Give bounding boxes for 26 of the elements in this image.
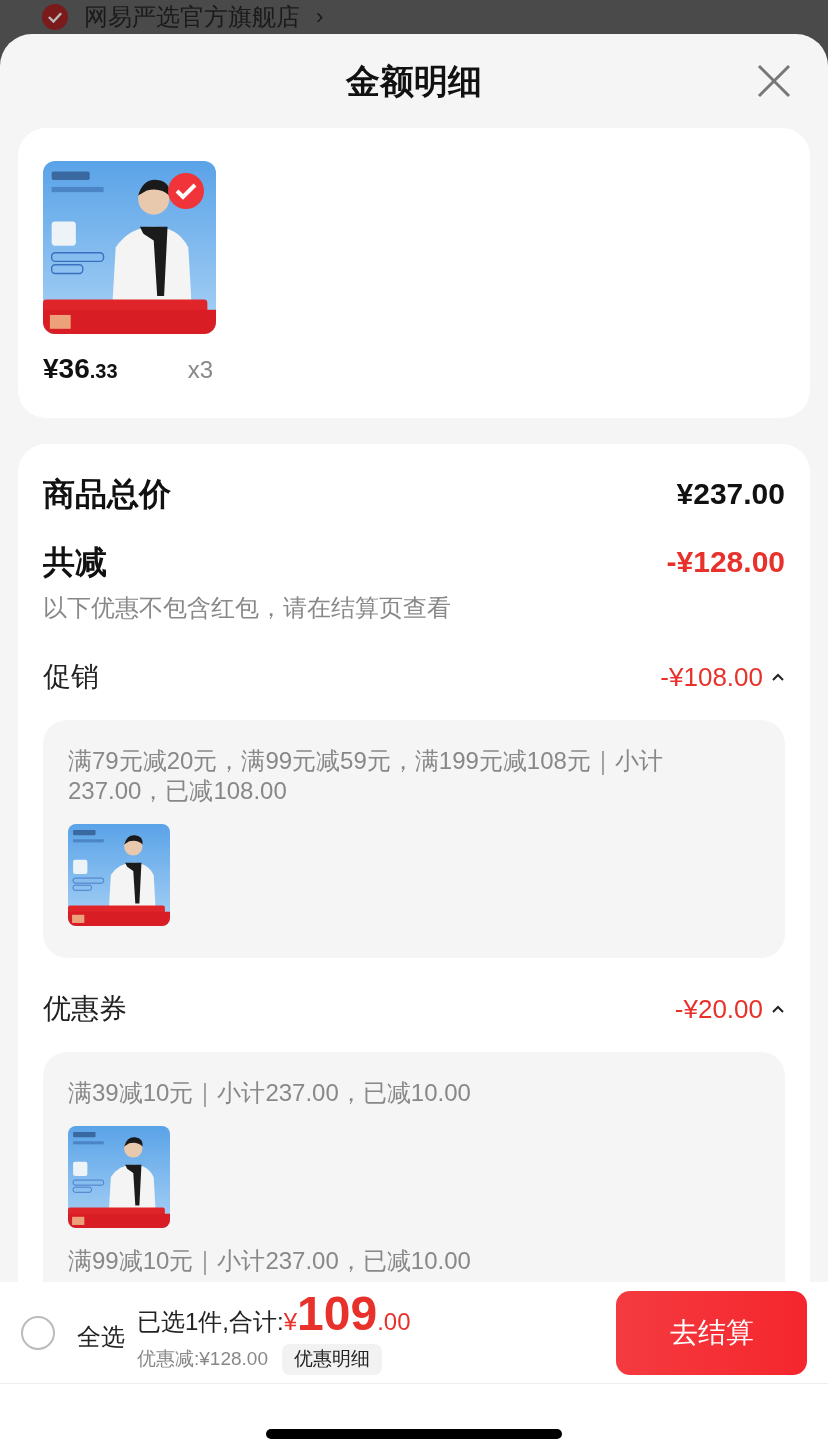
select-all-label: 全选 [77, 1321, 125, 1352]
section-toggle[interactable]: -¥108.00 [660, 657, 785, 697]
caret-up-icon [771, 672, 785, 682]
unit-price: ¥36.33 [43, 352, 118, 386]
select-all-radio[interactable] [21, 1315, 55, 1350]
discount-details-chip[interactable]: 优惠明细 [281, 1344, 382, 1375]
quantity: x3 [187, 355, 213, 385]
rule-text: 满39减10元｜小计237.00，已减10.00 [68, 1078, 472, 1108]
caret-up-icon [771, 1004, 785, 1014]
chevron: › [316, 3, 324, 31]
summary-label: 共减 [43, 546, 107, 578]
selected-summary: 已选1件,合计: [137, 1307, 284, 1338]
discount-summary: 优惠减:¥128.00 [137, 1347, 268, 1372]
check-icon [42, 4, 68, 30]
section-title: 促销 [43, 660, 99, 694]
checkout-button[interactable]: 去结算 [616, 1290, 807, 1375]
sheet-title: 金额明细 [346, 60, 482, 102]
section-toggle[interactable]: -¥20.00 [674, 989, 785, 1029]
total-price: ¥109.00 [283, 1290, 411, 1341]
summary-amount: ¥237.00 [676, 479, 785, 509]
summary-note: 以下优惠不包含红包，请在结算页查看 [43, 593, 452, 623]
rule-text: 满79元减20元，满99元减59元，满199元减108元｜小计237.00，已减108.00 [68, 746, 664, 806]
rule-text: 满99减10元｜小计237.00，已减10.00 [68, 1246, 472, 1276]
section-title: 优惠券 [43, 992, 127, 1026]
summary-amount: -¥128.00 [666, 547, 785, 577]
summary-label: 商品总价 [43, 478, 171, 510]
